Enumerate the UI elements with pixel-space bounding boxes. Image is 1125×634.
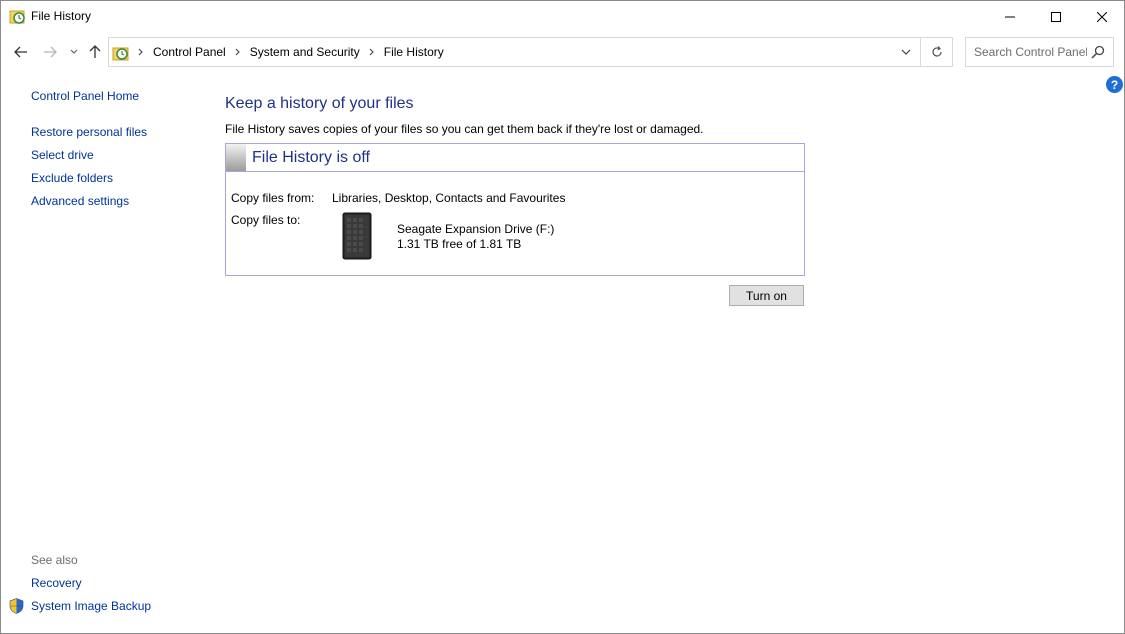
copy-from-value: Libraries, Desktop, Contacts and Favouri…	[332, 191, 566, 205]
arrow-up-icon	[89, 45, 101, 58]
address-bar[interactable]: Control Panel System and Security File H…	[108, 37, 953, 67]
recovery-link[interactable]: Recovery	[31, 576, 82, 590]
chevron-right-icon[interactable]	[364, 48, 380, 56]
address-dropdown-button[interactable]	[893, 38, 919, 66]
status-title: File History is off	[252, 149, 370, 166]
maximize-button[interactable]	[1033, 1, 1079, 32]
exclude-folders-link[interactable]: Exclude folders	[31, 171, 113, 185]
navigation-bar: Control Panel System and Security File H…	[1, 33, 1124, 71]
control-panel-icon	[112, 47, 129, 61]
file-history-window: File History Control Panel System and Se…	[0, 0, 1125, 634]
external-drive-icon	[342, 212, 372, 260]
control-panel-home-link[interactable]: Control Panel Home	[31, 89, 139, 103]
arrow-right-icon	[44, 46, 57, 58]
status-header: File History is off	[226, 144, 804, 172]
page-title: Keep a history of your files	[225, 95, 414, 112]
window-title: File History	[31, 9, 92, 23]
turn-on-button[interactable]: Turn on	[729, 285, 804, 306]
drive-free-space: 1.31 TB free of 1.81 TB	[397, 237, 522, 251]
up-button[interactable]	[85, 42, 105, 62]
drive-name: Seagate Expansion Drive (F:)	[397, 222, 555, 236]
search-box[interactable]	[965, 37, 1114, 67]
page-description: File History saves copies of your files …	[225, 122, 704, 136]
system-image-backup-link[interactable]: System Image Backup	[31, 599, 151, 613]
status-panel: File History is off Copy files from: Lib…	[225, 143, 805, 276]
minimize-button[interactable]	[987, 1, 1033, 32]
refresh-icon	[932, 46, 942, 57]
restore-personal-files-link[interactable]: Restore personal files	[31, 125, 147, 139]
minimize-icon	[1005, 16, 1015, 17]
arrow-left-icon	[14, 46, 27, 58]
search-icon[interactable]	[1090, 44, 1106, 60]
see-also-heading: See also	[31, 553, 78, 567]
breadcrumb-control-panel[interactable]: Control Panel	[149, 45, 230, 59]
chevron-down-icon	[70, 49, 78, 54]
forward-button[interactable]	[40, 42, 60, 62]
divider	[920, 38, 921, 66]
breadcrumb-file-history[interactable]: File History	[380, 45, 448, 59]
refresh-button[interactable]	[922, 38, 952, 66]
help-icon[interactable]: ?	[1106, 76, 1123, 93]
chevron-right-icon[interactable]	[230, 48, 246, 56]
maximize-icon	[1051, 11, 1061, 22]
search-input[interactable]	[967, 39, 1087, 65]
close-button[interactable]	[1079, 1, 1125, 32]
file-history-icon	[9, 10, 25, 24]
close-icon	[1097, 11, 1107, 22]
advanced-settings-link[interactable]: Advanced settings	[31, 194, 129, 208]
back-button[interactable]	[11, 42, 31, 62]
shield-icon	[9, 598, 24, 614]
breadcrumb: Control Panel System and Security File H…	[133, 38, 448, 66]
select-drive-link[interactable]: Select drive	[31, 148, 94, 162]
chevron-down-icon	[901, 49, 911, 55]
copy-from-label: Copy files from:	[231, 191, 315, 205]
chevron-right-icon[interactable]	[133, 48, 149, 56]
copy-to-label: Copy files to:	[231, 213, 301, 227]
breadcrumb-system-and-security[interactable]: System and Security	[246, 45, 364, 59]
title-bar[interactable]: File History	[1, 1, 1124, 32]
status-indicator	[226, 144, 246, 171]
recent-locations-button[interactable]	[64, 42, 84, 62]
